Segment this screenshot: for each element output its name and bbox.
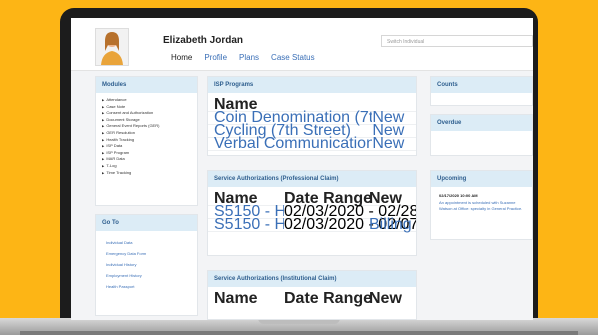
counts-title: Counts bbox=[431, 77, 532, 93]
modules-panel: Modules ▶ Attendance ▶ Case Note ▶ Consent … bbox=[95, 76, 198, 206]
laptop-base-shadow bbox=[20, 331, 578, 335]
svc-prof-table: Name Date Range New S5150 - Health Home … bbox=[208, 187, 416, 233]
goto-item[interactable]: Emergency Data Form bbox=[106, 248, 197, 259]
caret-right-icon: ▶ bbox=[102, 130, 105, 135]
svc-inst-table: Name Date Range New bbox=[208, 287, 416, 307]
upcoming-title: Upcoming bbox=[431, 171, 532, 187]
page-header: Elizabeth Jordan Home Profile Plans Case… bbox=[71, 18, 533, 71]
main-content: Modules ▶ Attendance ▶ Case Note ▶ Consent … bbox=[71, 71, 533, 320]
caret-right-icon: ▶ bbox=[102, 117, 105, 122]
caret-right-icon: ▶ bbox=[102, 150, 105, 155]
app-screen: Elizabeth Jordan Home Profile Plans Case… bbox=[71, 18, 533, 320]
modules-list: ▶ Attendance ▶ Case Note ▶ Consent and Auth… bbox=[96, 93, 197, 176]
goto-item[interactable]: Health Passport bbox=[106, 281, 197, 292]
module-item[interactable]: ▶ Case Note bbox=[102, 104, 197, 111]
goto-item[interactable]: Individual Data bbox=[106, 237, 197, 248]
goto-item[interactable]: Individual History bbox=[106, 259, 197, 270]
main-nav: Home Profile Plans Case Status bbox=[171, 53, 315, 62]
table-header-row: Name Date Range New bbox=[214, 290, 402, 307]
goto-list: Individual Data Emergency Data Form Indi… bbox=[96, 231, 197, 292]
goto-panel: Go To Individual Data Emergency Data For… bbox=[95, 214, 198, 316]
avatar bbox=[95, 28, 129, 66]
module-item[interactable]: ▶ Time Tracking bbox=[102, 170, 197, 177]
person-icon bbox=[101, 32, 123, 65]
nav-profile[interactable]: Profile bbox=[204, 53, 227, 62]
caret-right-icon: ▶ bbox=[102, 111, 105, 116]
svc-prof-title: Service Authorizations (Professional Cla… bbox=[208, 171, 416, 187]
counts-panel: Counts bbox=[430, 76, 533, 106]
module-item[interactable]: ▶ Consent and Authorization bbox=[102, 110, 197, 117]
overdue-title: Overdue bbox=[431, 115, 532, 131]
upcoming-panel: Upcoming 02/17/2020 10:00 AM An appointm… bbox=[430, 170, 533, 240]
table-row[interactable]: S5150 - Health Home 02/03/2020 - 02/07/2… bbox=[208, 216, 416, 233]
goto-item[interactable]: Employment History bbox=[106, 270, 197, 281]
isp-title: ISP Programs bbox=[208, 77, 416, 93]
isp-programs-panel: ISP Programs Name Coin Denomination (7th… bbox=[207, 76, 417, 156]
caret-right-icon: ▶ bbox=[102, 157, 105, 162]
module-item[interactable]: ▶ ISP Program bbox=[102, 150, 197, 157]
upcoming-time: 02/17/2020 10:00 AM bbox=[439, 193, 478, 198]
nav-case-status[interactable]: Case Status bbox=[271, 53, 315, 62]
service-auth-institutional-panel: Service Authorizations (Institutional Cl… bbox=[207, 270, 417, 320]
user-name: Elizabeth Jordan bbox=[163, 35, 244, 46]
module-item[interactable]: ▶ ISP Data bbox=[102, 143, 197, 150]
caret-right-icon: ▶ bbox=[102, 124, 105, 129]
upcoming-text[interactable]: An appointment is scheduled with Suzanne… bbox=[439, 200, 524, 212]
table-row[interactable]: Verbal Communication Skills (7th Street)… bbox=[208, 135, 416, 152]
overdue-panel: Overdue bbox=[430, 114, 533, 156]
module-item[interactable]: ▶ MAR Data bbox=[102, 156, 197, 163]
caret-right-icon: ▶ bbox=[102, 104, 105, 109]
module-item[interactable]: ▶ GER Resolution bbox=[102, 130, 197, 137]
upcoming-item[interactable]: 02/17/2020 10:00 AM An appointment is sc… bbox=[431, 187, 532, 218]
caret-right-icon: ▶ bbox=[102, 163, 105, 168]
service-auth-professional-panel: Service Authorizations (Professional Cla… bbox=[207, 170, 417, 256]
goto-title: Go To bbox=[96, 215, 197, 231]
module-item[interactable]: ▶ Document Storage bbox=[102, 117, 197, 124]
caret-right-icon: ▶ bbox=[102, 170, 105, 175]
modules-title: Modules bbox=[96, 77, 197, 93]
nav-home[interactable]: Home bbox=[171, 53, 192, 62]
module-item[interactable]: ▶ T-Log bbox=[102, 163, 197, 170]
caret-right-icon: ▶ bbox=[102, 98, 105, 102]
module-item[interactable]: ▶ General Event Reports (GER) bbox=[102, 123, 197, 130]
caret-right-icon: ▶ bbox=[102, 137, 105, 142]
isp-table: Name Coin Denomination (7th Street)New C… bbox=[208, 93, 416, 152]
svc-inst-title: Service Authorizations (Institutional Cl… bbox=[208, 271, 416, 287]
module-item[interactable]: ▶ Health Tracking bbox=[102, 137, 197, 144]
switch-individual-input[interactable]: Switch Individual bbox=[381, 35, 533, 47]
nav-plans[interactable]: Plans bbox=[239, 53, 259, 62]
caret-right-icon: ▶ bbox=[102, 144, 105, 149]
module-item[interactable]: ▶ Attendance bbox=[102, 97, 197, 104]
